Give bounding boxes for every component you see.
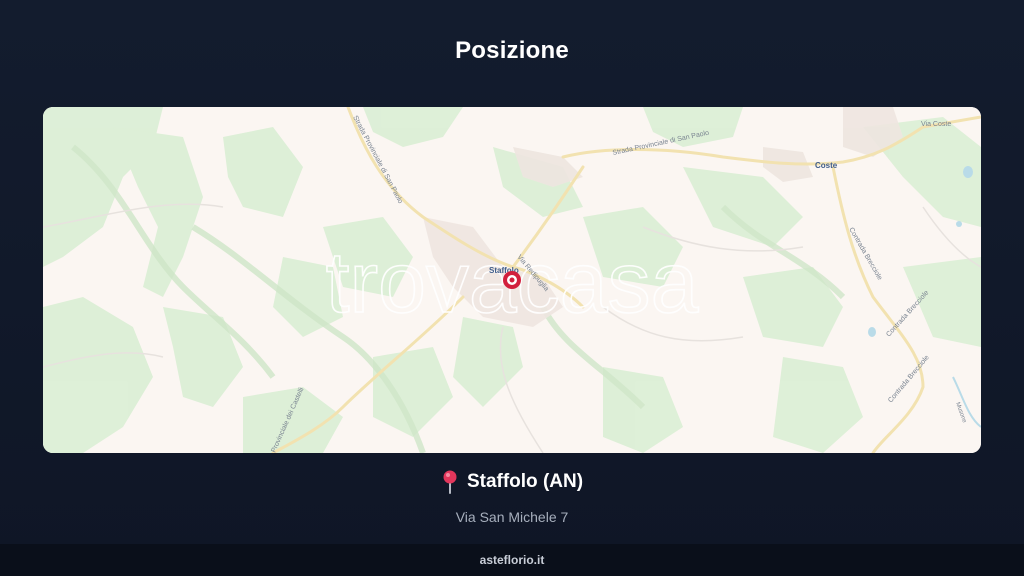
page-title: Posizione xyxy=(455,37,569,64)
location-map[interactable]: trovacasa Strada Provinciale di San Paol… xyxy=(43,107,981,453)
map-marker-icon[interactable] xyxy=(503,271,521,289)
location-name-row: Staffolo (AN) xyxy=(441,470,583,494)
map-canvas[interactable]: trovacasa Strada Provinciale di San Paol… xyxy=(43,107,981,453)
footer: asteflorio.it xyxy=(0,544,1024,576)
location-info: Staffolo (AN) Via San Michele 7 xyxy=(0,470,1024,525)
footer-site-link[interactable]: asteflorio.it xyxy=(480,553,545,567)
location-address: Via San Michele 7 xyxy=(455,509,569,525)
location-name: Staffolo (AN) xyxy=(466,471,584,492)
label-via-coste: Via Coste xyxy=(921,121,951,128)
pushpin-icon xyxy=(441,470,459,494)
label-coste: Coste xyxy=(815,161,838,170)
